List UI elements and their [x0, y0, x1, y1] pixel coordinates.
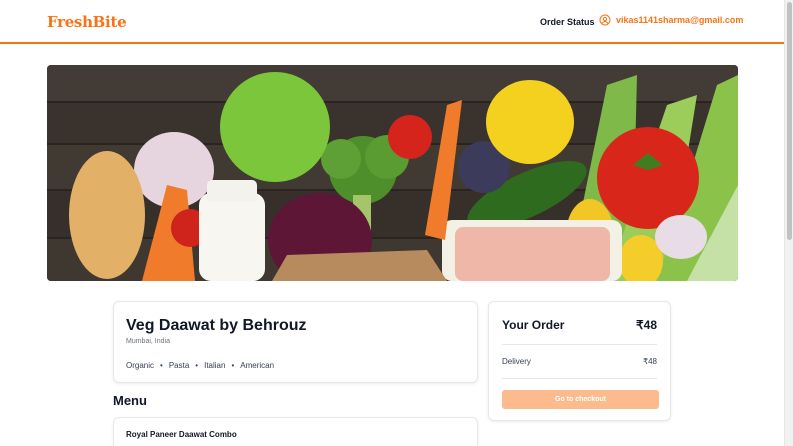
menu-item-name: Royal Paneer Daawat Combo — [126, 430, 237, 439]
scrollbar-thumb[interactable] — [787, 2, 792, 240]
order-status-link[interactable]: Order Status — [540, 17, 595, 27]
order-total: ₹48 — [636, 318, 657, 332]
hero-banner-image — [47, 65, 738, 281]
order-divider — [502, 344, 657, 345]
order-divider — [502, 378, 657, 379]
page-scrollbar[interactable] — [784, 0, 793, 446]
menu-item-card[interactable]: Royal Paneer Daawat Combo — [113, 417, 478, 446]
cuisine-separator: • — [231, 361, 235, 370]
restaurant-name: Veg Daawat by Behrouz — [126, 317, 307, 334]
brand-logo[interactable]: FreshBite — [47, 13, 127, 31]
vegetables-illustration — [47, 65, 738, 281]
cuisine-separator: • — [195, 361, 199, 370]
restaurant-info-card: Veg Daawat by Behrouz Mumbai, India Orga… — [113, 301, 478, 383]
order-summary-card: Your Order ₹48 Delivery ₹48 Go to checko… — [488, 301, 671, 421]
restaurant-location: Mumbai, India — [126, 338, 170, 345]
top-header: FreshBite Order Status vikas1141sharma@g… — [0, 0, 784, 44]
cuisine-tags: Organic • Pasta • Italian • American — [126, 361, 274, 370]
delivery-value: ₹48 — [643, 357, 657, 366]
user-email[interactable]: vikas1141sharma@gmail.com — [616, 15, 743, 25]
user-circle-icon — [599, 14, 611, 26]
cuisine-tag: Organic — [126, 361, 155, 370]
cuisine-tag: Pasta — [168, 361, 190, 370]
order-title: Your Order — [502, 318, 565, 332]
cuisine-tag: Italian — [204, 361, 226, 370]
checkout-button[interactable]: Go to checkout — [502, 390, 659, 409]
cuisine-tag: American — [240, 361, 275, 370]
delivery-label: Delivery — [502, 357, 531, 366]
cuisine-separator: • — [160, 361, 163, 370]
user-account[interactable]: vikas1141sharma@gmail.com — [599, 14, 743, 26]
menu-heading: Menu — [113, 393, 147, 408]
